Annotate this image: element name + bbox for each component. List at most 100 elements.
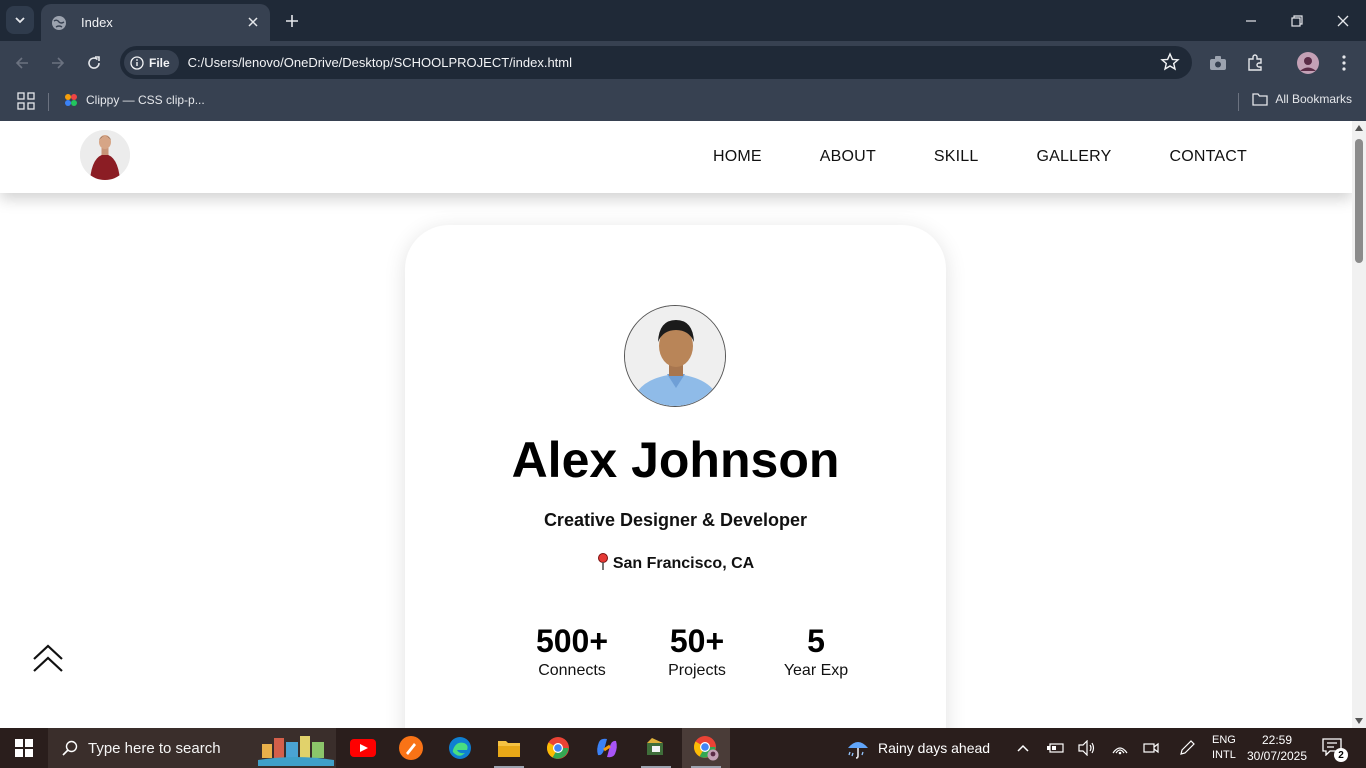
profile-avatar-button[interactable] xyxy=(1296,51,1320,75)
weather-widget[interactable]: Rainy days ahead xyxy=(846,728,990,768)
scrollbar-thumb[interactable] xyxy=(1355,139,1363,263)
person-photo xyxy=(625,306,725,406)
search-icon xyxy=(62,740,78,756)
folder-icon xyxy=(498,741,520,757)
pen-app-icon xyxy=(399,736,423,760)
taskbar-edge[interactable] xyxy=(436,728,484,768)
edge-icon xyxy=(449,737,471,759)
taskbar-copilot[interactable] xyxy=(583,728,631,768)
profile-role: Creative Designer & Developer xyxy=(543,510,808,530)
page-scrollbar[interactable] xyxy=(1352,121,1366,728)
camera-icon xyxy=(1210,56,1226,70)
meet-now-tray[interactable] xyxy=(1141,738,1161,758)
screenshot-button[interactable] xyxy=(1206,51,1230,75)
keyboard-layout: INTL xyxy=(1212,749,1236,761)
clock-date: 30/07/2025 xyxy=(1246,749,1308,763)
taskbar-clock[interactable]: 22:59 30/07/2025 xyxy=(1246,732,1308,764)
input-language[interactable]: ENG INTL xyxy=(1212,733,1236,763)
volume-tray[interactable] xyxy=(1077,738,1097,758)
puzzle-icon xyxy=(1248,54,1262,71)
taskbar-app-orange[interactable] xyxy=(387,728,435,768)
windows-logo-icon xyxy=(15,739,33,757)
clock-time: 22:59 xyxy=(1261,733,1293,747)
chrome-icon xyxy=(547,737,569,759)
browser-tab-bar: Index xyxy=(0,0,1366,41)
minimize-icon xyxy=(1246,19,1256,22)
info-icon xyxy=(130,55,144,70)
bookmark-clippy[interactable]: Clippy — CSS clip-p... xyxy=(63,92,205,108)
stat-projects: 50+ Projects xyxy=(646,623,748,680)
url-text[interactable]: C:/Users/lenovo/OneDrive/Desktop/SCHOOLP… xyxy=(188,55,572,70)
folder-icon xyxy=(1252,93,1268,106)
taskbar-app-cart[interactable] xyxy=(632,728,680,768)
site-info-chip[interactable]: File xyxy=(124,50,179,75)
divider xyxy=(48,93,49,111)
stat-value: 5 xyxy=(807,623,825,659)
scroll-up-arrow[interactable] xyxy=(1355,125,1363,131)
back-button[interactable] xyxy=(8,49,36,77)
extensions-button[interactable] xyxy=(1243,51,1267,75)
nav-logo-avatar[interactable] xyxy=(80,130,130,180)
restore-button[interactable] xyxy=(1274,0,1320,41)
network-tray[interactable] xyxy=(1110,738,1130,758)
colorful-dots-icon xyxy=(65,94,77,106)
browser-tab[interactable]: Index xyxy=(41,4,270,41)
search-placeholder: Type here to search xyxy=(88,739,221,757)
start-button[interactable] xyxy=(0,728,48,768)
chevron-up-icon xyxy=(1017,744,1029,752)
apps-grid-icon[interactable] xyxy=(17,92,35,110)
nav-contact-link[interactable]: CONTACT xyxy=(1169,148,1247,166)
umbrella-icon xyxy=(848,742,868,759)
profile-name: Alex Johnson xyxy=(511,432,840,488)
close-icon xyxy=(1337,15,1349,26)
pen-tray[interactable] xyxy=(1177,738,1197,758)
close-window-button[interactable] xyxy=(1320,0,1366,41)
browser-toolbar: File C:/Users/lenovo/OneDrive/Desktop/SC… xyxy=(0,41,1366,84)
pushpin-icon xyxy=(597,553,608,570)
arrow-right-icon xyxy=(52,57,65,69)
bookmark-label: Clippy — CSS clip-p... xyxy=(86,93,205,107)
speaker-icon xyxy=(1078,740,1095,756)
nav-gallery-link[interactable]: GALLERY xyxy=(1037,148,1112,166)
forward-button[interactable] xyxy=(44,49,72,77)
taskbar-chrome-profile[interactable] xyxy=(682,728,730,768)
double-chevron-up-icon xyxy=(33,644,63,672)
search-highlight-illustration xyxy=(258,736,334,766)
arrow-left-icon xyxy=(15,57,28,69)
address-bar[interactable]: File C:/Users/lenovo/OneDrive/Desktop/SC… xyxy=(120,46,1192,79)
scroll-down-arrow[interactable] xyxy=(1355,718,1363,724)
avatar xyxy=(1297,52,1319,74)
windows-taskbar: Type here to search Rainy days ahead ENG… xyxy=(0,728,1366,768)
reload-icon xyxy=(88,56,100,69)
stat-experience: 5 Year Exp xyxy=(765,623,867,680)
all-bookmarks-button[interactable]: All Bookmarks xyxy=(1252,92,1352,106)
new-tab-button[interactable] xyxy=(280,9,304,33)
notification-center-button[interactable]: 2 xyxy=(1322,738,1348,762)
nav-skill-link[interactable]: SKILL xyxy=(934,148,979,166)
stat-label: Projects xyxy=(668,662,726,679)
close-icon[interactable] xyxy=(244,13,262,31)
show-hidden-icons-button[interactable] xyxy=(1013,738,1033,758)
notification-badge: 2 xyxy=(1334,748,1348,762)
minimize-button[interactable] xyxy=(1228,0,1274,41)
taskbar-search[interactable]: Type here to search xyxy=(48,728,336,768)
shopping-app-icon xyxy=(647,738,663,755)
star-icon[interactable] xyxy=(1160,52,1180,72)
all-bookmarks-label: All Bookmarks xyxy=(1275,92,1352,106)
battery-tray[interactable] xyxy=(1045,738,1065,758)
chevron-down-icon xyxy=(15,17,25,24)
reload-button[interactable] xyxy=(80,49,108,77)
taskbar-youtube[interactable] xyxy=(339,728,387,768)
taskbar-chrome[interactable] xyxy=(534,728,582,768)
stat-label: Year Exp xyxy=(783,662,849,679)
pen-icon xyxy=(1180,740,1195,755)
profile-avatar xyxy=(624,305,726,407)
nav-about-link[interactable]: ABOUT xyxy=(820,148,876,166)
tab-search-button[interactable] xyxy=(6,6,34,34)
taskbar-file-explorer[interactable] xyxy=(485,728,533,768)
menu-button[interactable] xyxy=(1332,51,1356,75)
profile-location: San Francisco, CA xyxy=(405,553,946,573)
restore-icon xyxy=(1291,14,1303,27)
scroll-to-top-button[interactable] xyxy=(30,641,66,677)
nav-home-link[interactable]: HOME xyxy=(713,148,762,166)
